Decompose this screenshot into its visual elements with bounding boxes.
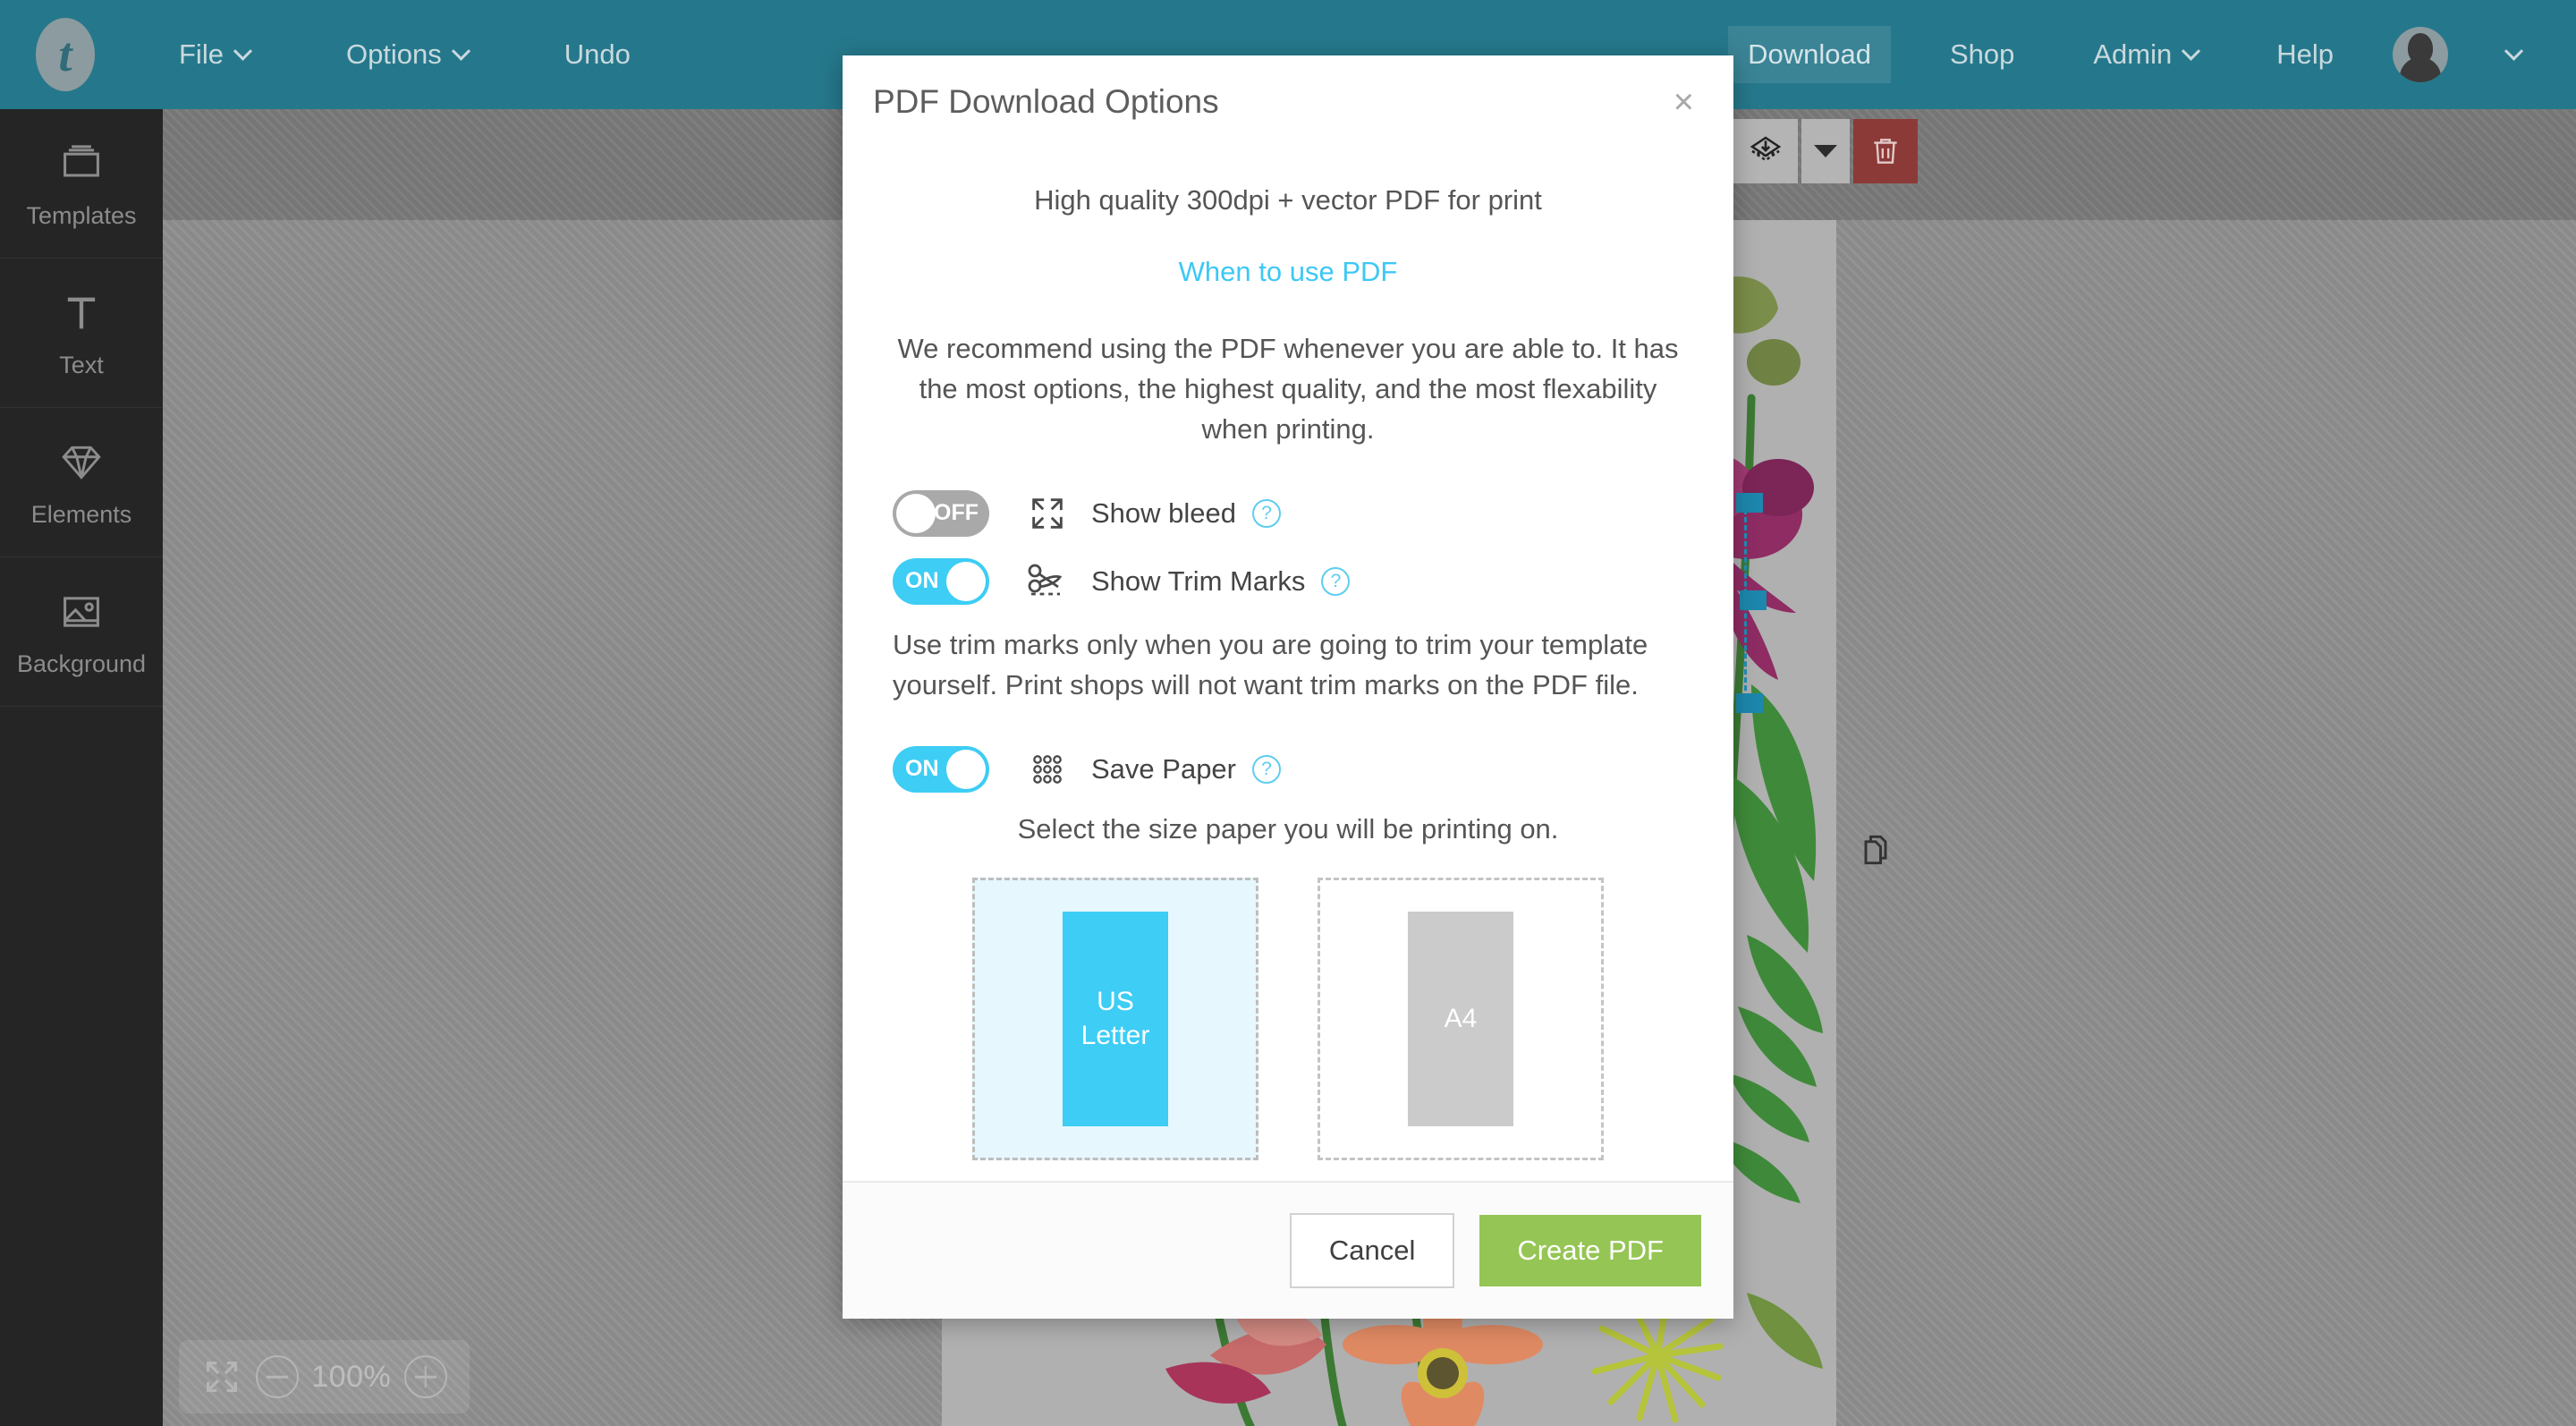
show-bleed-state: OFF (934, 500, 979, 526)
modal-body: High quality 300dpi + vector PDF for pri… (843, 149, 1733, 1181)
show-trim-marks-row: ON Show Trim Marks ? (893, 557, 1683, 606)
pdf-download-options-modal: PDF Download Options × High quality 300d… (843, 55, 1733, 1319)
expand-bleed-icon (1023, 489, 1072, 538)
save-paper-toggle[interactable]: ON (893, 745, 989, 793)
toggle-knob (946, 749, 986, 789)
quality-lead-text: High quality 300dpi + vector PDF for pri… (1034, 184, 1542, 216)
modal-footer: Cancel Create PDF (843, 1181, 1733, 1319)
show-bleed-toggle[interactable]: OFF (893, 489, 989, 537)
paper-label-line2: Letter (1080, 1020, 1150, 1050)
paper-label-line1: US (1097, 987, 1134, 1017)
paper-sheet-a4: A4 (1408, 911, 1513, 1126)
create-pdf-button[interactable]: Create PDF (1479, 1215, 1701, 1286)
save-paper-label: Save Paper (1091, 752, 1236, 785)
paper-option-a4[interactable]: A4 (1318, 877, 1604, 1160)
help-icon[interactable]: ? (1321, 566, 1351, 596)
paper-sheet-us-letter: US Letter (1063, 911, 1168, 1126)
when-to-use-pdf-link[interactable]: When to use PDF (1179, 256, 1398, 288)
recommendation-text: We recommend using the PDF whenever you … (897, 333, 1679, 445)
app-root: 100% t File Options Undo Download Shop A… (0, 0, 2576, 1426)
show-trim-marks-label: Show Trim Marks (1091, 564, 1306, 597)
paper-label-a4: A4 (1444, 1003, 1478, 1033)
help-icon[interactable]: ? (1252, 498, 1282, 528)
paper-option-us-letter[interactable]: US Letter (972, 877, 1258, 1160)
show-trim-marks-state: ON (905, 568, 939, 594)
show-trim-marks-toggle[interactable]: ON (893, 557, 989, 605)
show-bleed-row: OFF Show bleed ? (893, 489, 1683, 538)
scissors-trim-icon (1023, 557, 1072, 606)
help-icon[interactable]: ? (1252, 754, 1281, 784)
paper-size-prompt: Select the size paper you will be printi… (1017, 812, 1559, 845)
close-icon[interactable]: × (1665, 81, 1703, 123)
save-paper-row: ON Save Paper ? (893, 745, 1683, 794)
modal-overlay: PDF Download Options × High quality 300d… (0, 0, 2576, 1426)
page-title: PDF Download Options (873, 83, 1219, 120)
dot-grid-icon (1023, 745, 1072, 794)
trim-marks-note: Use trim marks only when you are going t… (893, 628, 1648, 700)
toggle-knob (946, 561, 986, 601)
toggle-knob (896, 493, 936, 533)
modal-header: PDF Download Options × (843, 55, 1733, 149)
cancel-button[interactable]: Cancel (1289, 1213, 1455, 1288)
save-paper-state: ON (905, 756, 939, 782)
show-bleed-label: Show bleed (1091, 497, 1237, 529)
paper-size-options: US Letter A4 (893, 877, 1683, 1160)
